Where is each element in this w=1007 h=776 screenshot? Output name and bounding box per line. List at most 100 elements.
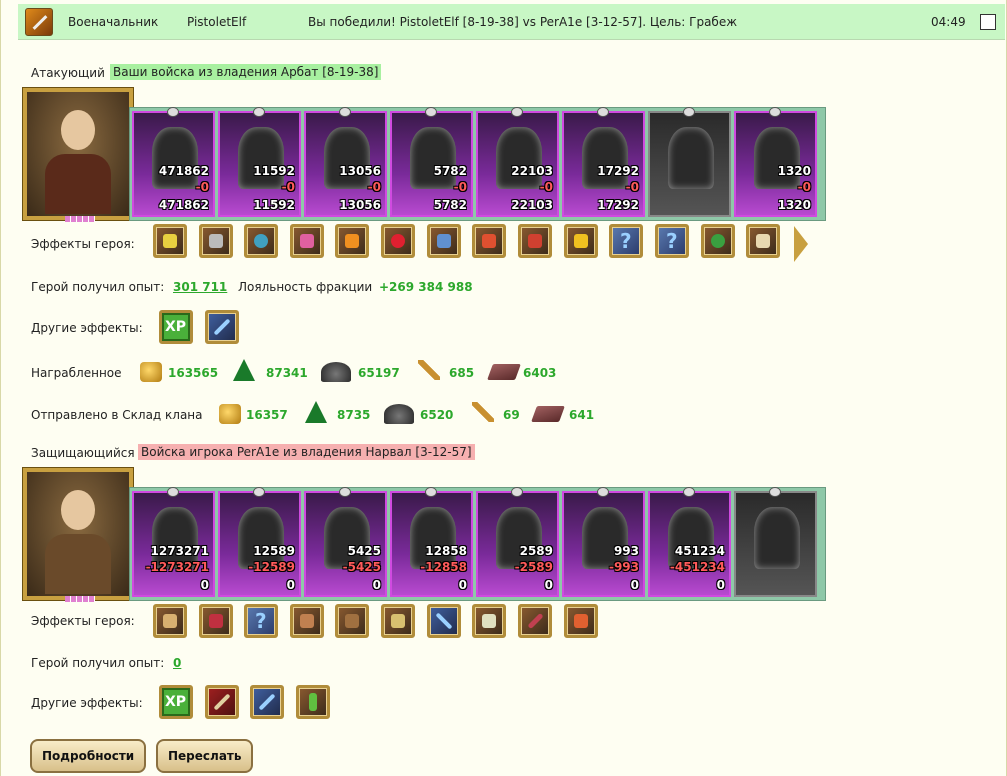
unit-slot[interactable]: 451234 -451234 0 xyxy=(648,487,731,597)
exp-value[interactable]: 301 711 xyxy=(173,280,227,294)
scroll-effect-icon[interactable] xyxy=(746,224,780,258)
sword-glyph xyxy=(213,318,231,336)
unit-slot[interactable]: 2589 -2589 0 xyxy=(476,487,559,597)
unit-slot[interactable]: 12858 -12858 0 xyxy=(390,487,473,597)
unit-loss: -0 xyxy=(453,180,467,194)
unit-count: 451234 xyxy=(674,544,725,558)
cloak-effect-icon[interactable] xyxy=(199,604,233,638)
unit-figure xyxy=(668,127,714,189)
unit-remaining: 0 xyxy=(458,578,467,592)
ore-icon xyxy=(384,404,414,424)
unit-slot[interactable] xyxy=(734,487,817,597)
belt-effect-icon[interactable] xyxy=(335,604,369,638)
crab-effect-icon[interactable] xyxy=(472,224,506,258)
helmet-effect-icon[interactable] xyxy=(153,224,187,258)
unit-count: 11592 xyxy=(253,164,295,178)
ore-icon xyxy=(321,362,351,382)
xp-effect-icon[interactable]: XP xyxy=(159,685,193,719)
unit-slot[interactable]: 471862 -0 471862 xyxy=(132,107,215,217)
skull-icon xyxy=(167,487,179,497)
select-checkbox[interactable] xyxy=(980,14,996,30)
hero-effects-label: Эффекты героя: xyxy=(31,237,135,251)
sword-effect-icon[interactable] xyxy=(427,604,461,638)
wood-icon xyxy=(305,401,327,423)
unit-count: 5782 xyxy=(433,164,467,178)
attacker-army-desc: Ваши войска из владения Арбат [8-19-38] xyxy=(110,64,382,80)
dagger-effect-icon[interactable] xyxy=(518,604,552,638)
unit-remaining: 0 xyxy=(544,578,553,592)
defender-army: 1273271 -1273271 0 12589 -12589 0 5425 -5425 0… xyxy=(129,487,826,601)
xp-text: XP xyxy=(165,319,187,335)
crest-shield-effect-icon[interactable] xyxy=(472,604,506,638)
gold-armor-effect-icon[interactable] xyxy=(564,224,598,258)
skull-icon xyxy=(253,107,265,117)
unit-slot[interactable]: 12589 -12589 0 xyxy=(218,487,301,597)
unit-loss: -0 xyxy=(797,180,811,194)
skull-icon xyxy=(425,107,437,117)
vest-effect-icon[interactable] xyxy=(290,604,324,638)
unknown-effect-icon[interactable] xyxy=(244,604,278,638)
unit-figure xyxy=(238,127,284,189)
unit-slot[interactable]: 1273271 -1273271 0 xyxy=(132,487,215,597)
forward-button[interactable]: Переслать xyxy=(156,739,254,773)
shield-effect-icon[interactable] xyxy=(427,224,461,258)
unit-slot[interactable]: 993 -993 0 xyxy=(562,487,645,597)
unknown-effect-icon[interactable] xyxy=(609,224,643,258)
stone-icon xyxy=(487,364,521,380)
loot-gold: 163565 xyxy=(168,366,219,380)
unit-slot[interactable]: 13056 -0 13056 xyxy=(304,107,387,217)
unit-slot[interactable]: 11592 -0 11592 xyxy=(218,107,301,217)
unit-loss: -1273271 xyxy=(145,560,209,574)
exp-value[interactable]: 0 xyxy=(173,656,181,670)
unit-loss: -2589 xyxy=(514,560,553,574)
map-effect-icon[interactable] xyxy=(153,604,187,638)
skull-icon xyxy=(683,487,695,497)
details-button[interactable]: Подробности xyxy=(30,739,147,773)
attacker-hero-portrait[interactable] xyxy=(22,87,134,222)
unit-count: 993 xyxy=(613,544,639,558)
loot-stone: 6403 xyxy=(523,366,557,380)
exp-label: Герой получил опыт: xyxy=(31,656,165,670)
skull-icon xyxy=(769,107,781,117)
sword-effect-icon[interactable] xyxy=(250,685,284,719)
sword-effect-icon[interactable] xyxy=(205,310,239,344)
gold-icon xyxy=(219,404,241,424)
unit-count: 471862 xyxy=(158,164,209,178)
totem-effect-icon[interactable] xyxy=(518,224,552,258)
potion-glyph xyxy=(309,693,317,711)
unit-loss: -0 xyxy=(539,180,553,194)
chest-effect-icon[interactable] xyxy=(290,224,324,258)
unit-slot[interactable]: 17292 -0 17292 xyxy=(562,107,645,217)
unit-slot[interactable]: 1320 -0 1320 xyxy=(734,107,817,217)
unit-count: 13056 xyxy=(339,164,381,178)
scroll-right-arrow-icon[interactable] xyxy=(794,226,808,262)
book-glyph xyxy=(391,614,405,628)
armor-effect-icon[interactable] xyxy=(199,224,233,258)
orb-effect-icon[interactable] xyxy=(244,224,278,258)
jacket-effect-icon[interactable] xyxy=(564,604,598,638)
defender-hero-portrait[interactable] xyxy=(22,467,134,602)
unit-figure xyxy=(324,127,370,189)
loot-label: Награбленное xyxy=(31,366,122,380)
belt-glyph xyxy=(345,614,359,628)
unit-slot[interactable]: 22103 -0 22103 xyxy=(476,107,559,217)
unit-figure xyxy=(496,127,542,189)
player-name[interactable]: PistoletElf xyxy=(187,15,246,29)
unknown-effect-icon[interactable] xyxy=(655,224,689,258)
potion-effect-icon[interactable] xyxy=(296,685,330,719)
xp-text: XP xyxy=(165,694,187,710)
unit-slot[interactable] xyxy=(648,107,731,217)
fire-chest-effect-icon[interactable] xyxy=(335,224,369,258)
xp-effect-icon[interactable]: XP xyxy=(159,310,193,344)
unit-remaining: 0 xyxy=(200,578,209,592)
unit-slot[interactable]: 5782 -0 5782 xyxy=(390,107,473,217)
unit-slot[interactable]: 5425 -5425 0 xyxy=(304,487,387,597)
wreath-effect-icon[interactable] xyxy=(701,224,735,258)
skull-icon xyxy=(511,107,523,117)
book-effect-icon[interactable] xyxy=(381,604,415,638)
fist-sword-effect-icon[interactable] xyxy=(205,685,239,719)
clan-stone: 641 xyxy=(569,408,595,422)
crab-glyph xyxy=(482,234,496,248)
hero-stars xyxy=(65,596,95,602)
heart-effect-icon[interactable] xyxy=(381,224,415,258)
